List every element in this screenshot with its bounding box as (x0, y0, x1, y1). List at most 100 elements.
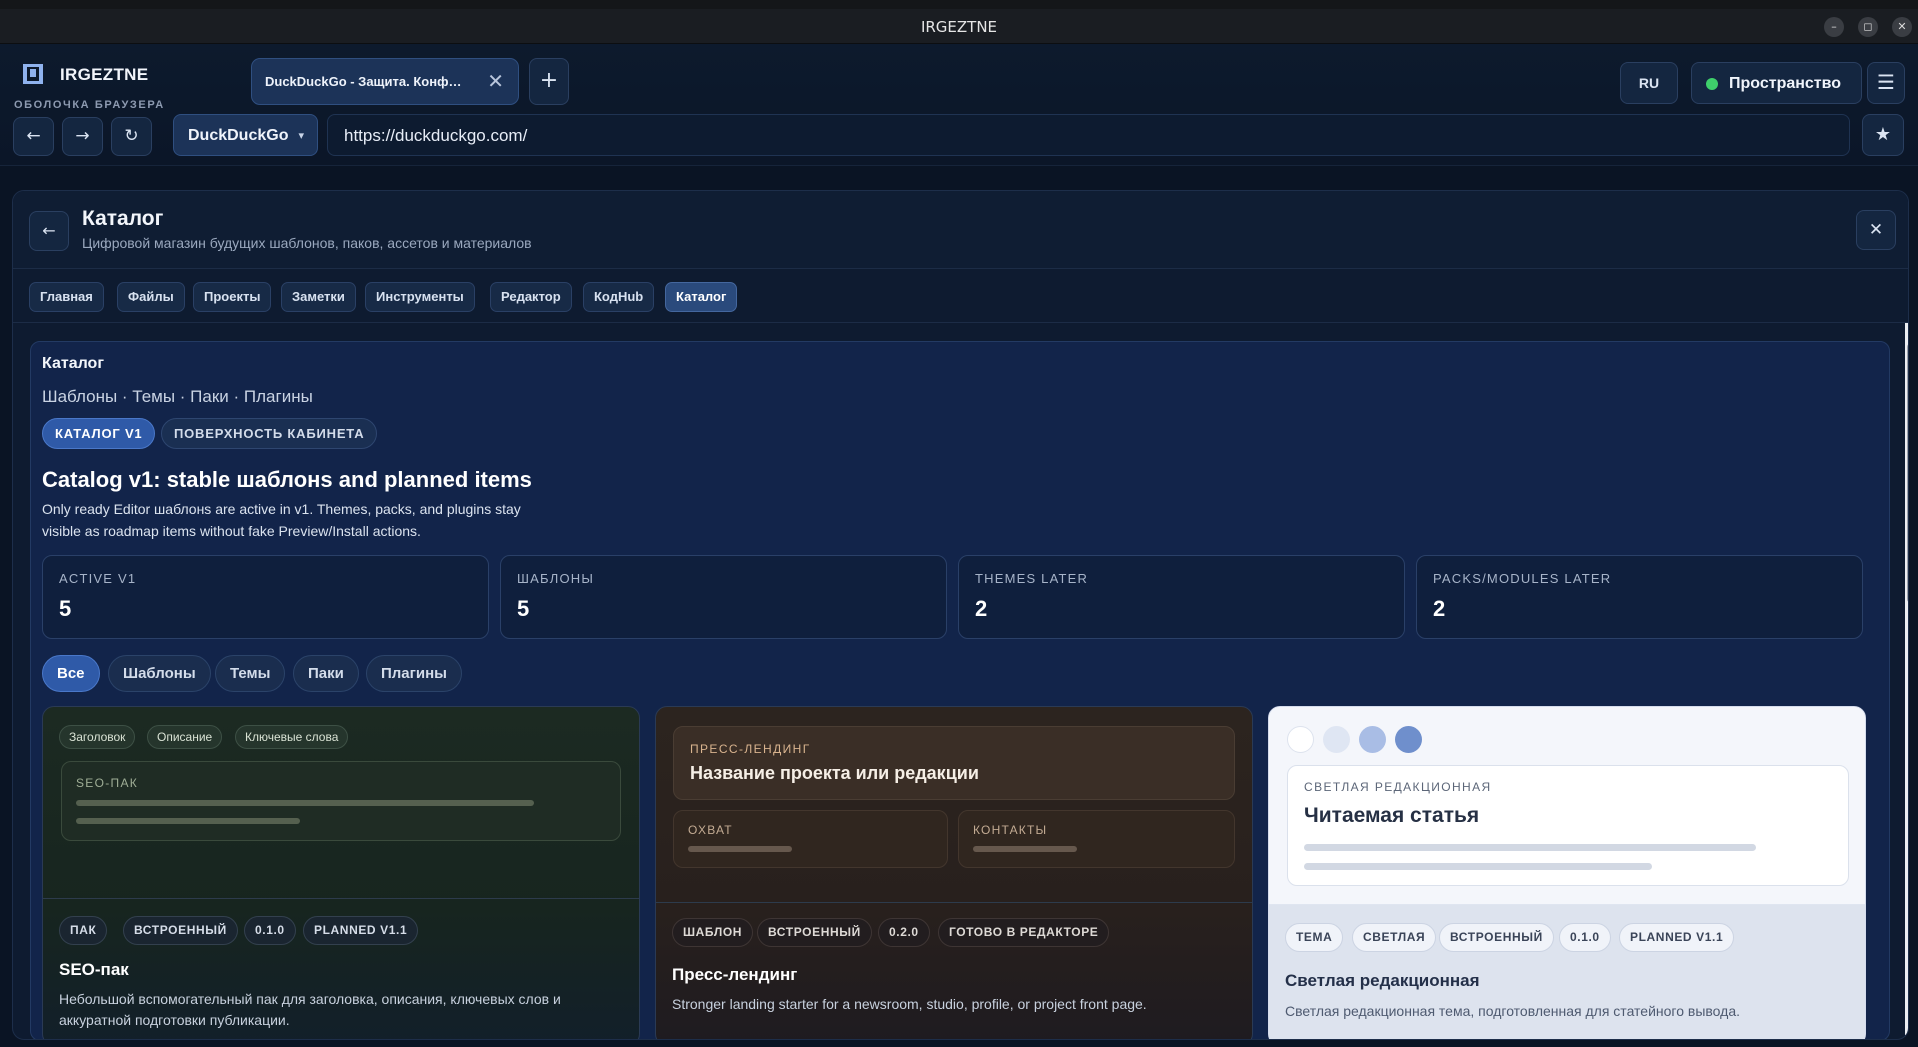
nav-item-home[interactable]: Главная (29, 282, 104, 312)
nav-item-catalog[interactable]: Каталог (665, 282, 738, 312)
stat-card: PACKS/MODULES LATER 2 (1416, 555, 1863, 639)
card-description: Stronger landing starter for a newsroom,… (672, 996, 1147, 1012)
filter-plugins[interactable]: Плагины (366, 655, 462, 692)
stat-value: 2 (1433, 596, 1446, 621)
cabinet-surface-chip[interactable]: ПОВЕРХНОСТЬ КАБИНЕТА (161, 418, 378, 449)
press-box-label: КОНТАКТЫ (973, 823, 1048, 837)
card-tag: ВСТРОЕННЫЙ (123, 916, 238, 945)
preview-tag: Заголовок (59, 725, 136, 749)
placeholder-line (973, 846, 1077, 852)
catalog-heading: Catalog v1: stable шаблонs and planned i… (42, 467, 532, 492)
card-tag: ГОТОВО В РЕДАКТОРЕ (938, 918, 1110, 947)
space-button[interactable]: Пространство (1691, 62, 1862, 104)
panel-subtitle: Цифровой магазин будущих шаблонов, паков… (82, 235, 532, 251)
color-swatch (1395, 726, 1422, 753)
card-description: Небольшой вспомогательный пак для заголо… (59, 991, 561, 1028)
preview-tag: Описание (147, 725, 223, 749)
back-arrow-icon[interactable]: ← (13, 117, 54, 156)
catalog-content: Каталог Шаблоны · Темы · Паки · Плагины … (30, 341, 1890, 1039)
card-tag: PLANNED V1.1 (303, 916, 419, 945)
card-title: SEO-пак (59, 960, 129, 979)
panel-title: Каталог (82, 207, 164, 230)
filter-packs[interactable]: Паки (293, 655, 359, 692)
nav-item-notes[interactable]: Заметки (281, 282, 356, 312)
card-tag: PLANNED V1.1 (1619, 923, 1735, 952)
press-preview-kicker: ПРЕСС-ЛЕНДИНГ (690, 742, 811, 756)
nav-item-codehub[interactable]: КодHub (583, 282, 655, 312)
filter-themes[interactable]: Темы (215, 655, 286, 692)
placeholder-line (1304, 844, 1756, 851)
press-preview-header: ПРЕСС-ЛЕНДИНГ Название проекта или редак… (673, 726, 1235, 800)
browser-tab[interactable]: DuckDuckGo - Защита. Конф… ✕ (251, 58, 519, 105)
catalog-description: Only ready Editor шаблонs are active in … (42, 501, 521, 539)
preview-tag: Ключевые слова (235, 725, 349, 749)
light-preview-title: Читаемая статья (1304, 804, 1480, 827)
card-tag: 0.1.0 (244, 916, 296, 945)
placeholder-line (1304, 863, 1652, 870)
scrollbar-thumb[interactable] (1907, 343, 1908, 603)
catalog-panel: ← Каталог Цифровой магазин будущих шабло… (12, 190, 1909, 1040)
color-swatch (1323, 726, 1350, 753)
maximize-button[interactable]: ◻ (1858, 17, 1878, 37)
card-preview: ПРЕСС-ЛЕНДИНГ Название проекта или редак… (656, 707, 1252, 903)
forward-arrow-icon[interactable]: → (62, 117, 103, 156)
minimize-button[interactable]: – (1824, 17, 1844, 37)
search-engine-select[interactable]: DuckDuckGo ▾ (173, 114, 318, 156)
chevron-down-icon: ▾ (298, 129, 304, 142)
catalog-card-light-editorial[interactable]: СВЕТЛАЯ РЕДАКЦИОННАЯ Читаемая статья ТЕМ… (1268, 706, 1866, 1039)
address-bar[interactable]: https://duckduckgo.com/ (327, 114, 1850, 156)
menu-icon[interactable]: ☰ (1867, 62, 1905, 104)
brand-subtitle: ОБОЛОЧКА БРАУЗЕРА (14, 99, 165, 111)
seo-preview-label: SEO-ПАК (76, 776, 139, 790)
scroll-down-icon[interactable]: ▼ (1906, 1024, 1909, 1033)
filter-all[interactable]: Все (42, 655, 100, 692)
new-tab-button[interactable]: + (529, 58, 569, 105)
language-button[interactable]: RU (1620, 62, 1678, 104)
color-swatch (1287, 726, 1314, 753)
stat-value: 5 (517, 596, 530, 621)
stat-label: PACKS/MODULES LATER (1433, 571, 1612, 586)
card-preview: Заголовок Описание Ключевые слова SEO-ПА… (43, 707, 639, 899)
card-tag: ПАК (59, 916, 108, 945)
nav-item-tools[interactable]: Инструменты (365, 282, 475, 312)
card-title: Светлая редакционная (1285, 971, 1480, 990)
light-preview-kicker: СВЕТЛАЯ РЕДАКЦИОННАЯ (1304, 780, 1492, 794)
reload-icon[interactable]: ↻ (111, 117, 152, 156)
press-preview-box: ОХВАТ (673, 810, 948, 868)
tab-close-icon[interactable]: ✕ (487, 69, 504, 94)
panel-back-icon[interactable]: ← (29, 211, 69, 251)
card-tag: ВСТРОЕННЫЙ (1439, 923, 1554, 952)
placeholder-line (76, 800, 534, 806)
filter-templates[interactable]: Шаблоны (108, 655, 211, 692)
bookmark-star-icon[interactable]: ★ (1862, 114, 1904, 156)
card-title: Пресс-лендинг (672, 965, 798, 984)
nav-item-projects[interactable]: Проекты (193, 282, 272, 312)
catalog-card-seo-pack[interactable]: Заголовок Описание Ключевые слова SEO-ПА… (42, 706, 640, 1039)
status-dot-icon (1706, 78, 1718, 90)
card-tag: ТЕМА (1285, 923, 1344, 952)
address-bar-url: https://duckduckgo.com/ (344, 126, 528, 145)
nav-item-editor[interactable]: Редактор (490, 282, 572, 312)
stat-value: 5 (59, 596, 72, 621)
press-preview-title: Название проекта или редакции (690, 763, 979, 783)
nav-item-files[interactable]: Файлы (117, 282, 185, 312)
card-tag: ШАБЛОН (672, 918, 754, 947)
panel-close-icon[interactable]: ✕ (1856, 210, 1896, 250)
light-preview-box: СВЕТЛАЯ РЕДАКЦИОННАЯ Читаемая статья (1287, 765, 1849, 886)
card-description: Светлая редакционная тема, подготовленна… (1285, 1003, 1740, 1019)
panel-header: ← Каталог Цифровой магазин будущих шабло… (13, 191, 1908, 269)
card-tag: СВЕТЛАЯ (1352, 923, 1437, 952)
brand-name: IRGEZTNE (60, 65, 149, 84)
brand-logo-icon (23, 64, 43, 84)
section-nav: Главная Файлы Проекты Заметки Инструмент… (13, 269, 1908, 323)
press-preview-box: КОНТАКТЫ (958, 810, 1235, 868)
catalog-title: Каталог (42, 355, 104, 372)
card-tag: ВСТРОЕННЫЙ (757, 918, 872, 947)
scroll-up-icon[interactable]: ▲ (1906, 325, 1909, 334)
catalog-v1-chip[interactable]: КАТАЛОГ V1 (42, 418, 156, 449)
catalog-categories: Шаблоны · Темы · Паки · Плагины (42, 387, 313, 406)
catalog-card-press-landing[interactable]: ПРЕСС-ЛЕНДИНГ Название проекта или редак… (655, 706, 1253, 1039)
panel-scrollbar[interactable]: ▲ ▼ (1905, 323, 1909, 1035)
search-engine-label: DuckDuckGo (188, 127, 289, 144)
close-window-button[interactable]: ✕ (1892, 17, 1912, 37)
